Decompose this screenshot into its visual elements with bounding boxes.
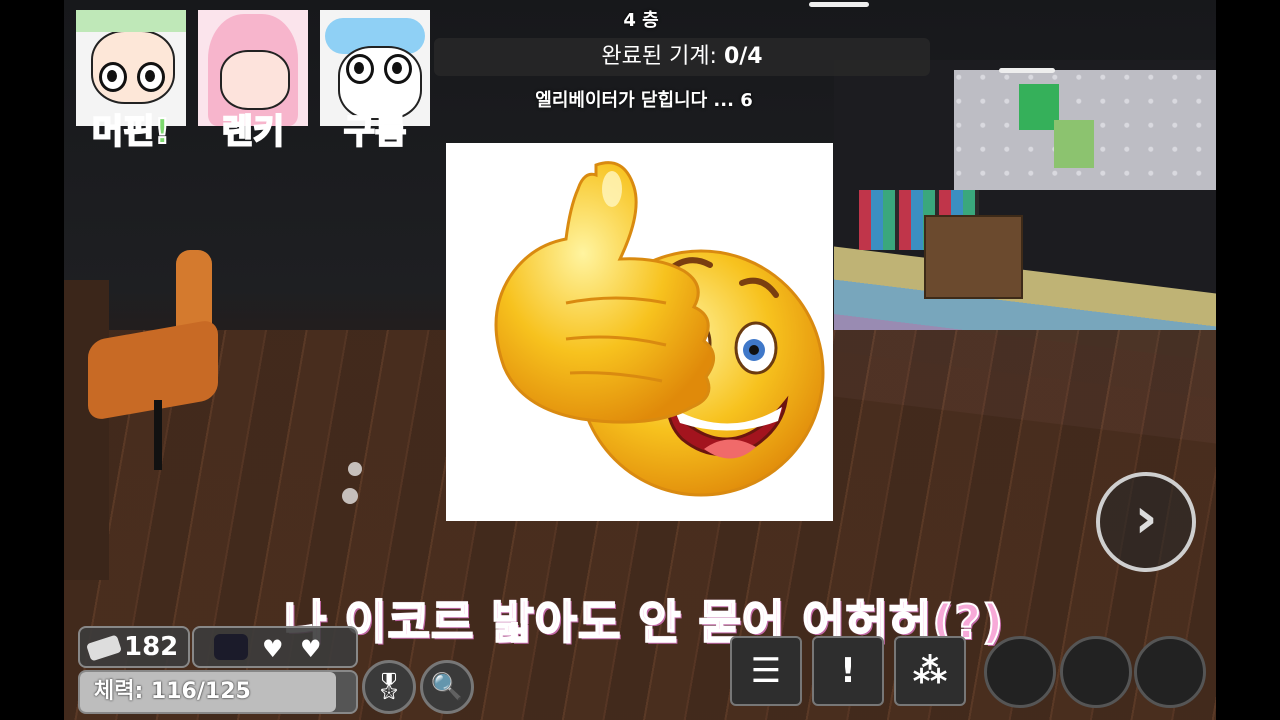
- ticket-icon: [86, 633, 122, 662]
- eye: [346, 54, 374, 84]
- wooden-desk: [64, 280, 109, 580]
- bubble: [342, 488, 358, 504]
- eye: [384, 54, 412, 84]
- eye: [99, 62, 127, 92]
- item-slot-3[interactable]: [1134, 636, 1206, 708]
- exclamation-icon: !: [840, 651, 856, 691]
- floor-number: 4 층: [623, 10, 659, 31]
- bubble: [348, 462, 362, 476]
- chair-leg: [154, 400, 162, 470]
- elevator-notice: 엘리베이터가 닫힙니다 ... 6: [535, 90, 753, 111]
- lives-display: ♥ ♥: [192, 626, 358, 668]
- portrait-name-renki: 렌키: [221, 111, 286, 153]
- search-button[interactable]: 🔍: [420, 660, 474, 714]
- poster: [1019, 84, 1059, 130]
- next-button[interactable]: ›: [1096, 472, 1196, 572]
- emote-button[interactable]: ⁂: [894, 636, 966, 706]
- portrait-name-gureum: 구름: [343, 111, 408, 153]
- face: [220, 50, 290, 110]
- ichor-counter: 182: [78, 626, 190, 668]
- ichor-value: 182: [124, 632, 179, 662]
- item-slot-1[interactable]: [984, 636, 1056, 708]
- machines-progress: 완료된 기계: 0/4: [434, 38, 930, 76]
- achievement-ribbon-button[interactable]: 🎖: [362, 660, 416, 714]
- thumbs-up-emoji-sticker: [446, 143, 833, 521]
- machines-label: 완료된 기계:: [601, 44, 724, 69]
- ceiling-light: [809, 2, 869, 7]
- ceiling-light: [999, 68, 1055, 73]
- health-text: 체력: 116/125: [94, 679, 251, 704]
- portrait-name-muffin: 머핀!: [91, 111, 171, 153]
- ping-button[interactable]: !: [812, 636, 884, 706]
- poster: [1054, 120, 1094, 168]
- machines-value: 0/4: [723, 44, 763, 69]
- face: [91, 30, 175, 104]
- thumbs-up-smiley-icon: [494, 161, 825, 497]
- heart-icon: ♥: [262, 635, 284, 663]
- hair: [76, 10, 186, 32]
- item-slot-2[interactable]: [1060, 636, 1132, 708]
- game-viewport: 4 층 완료된 기계: 0/4 엘리베이터가 닫힙니다 ... 6 머핀! 렌키…: [64, 0, 1216, 720]
- heart-icon: ♥: [300, 635, 322, 663]
- menu-icon: ☰: [750, 651, 782, 691]
- toon-silhouette-icon: [214, 634, 248, 660]
- menu-button[interactable]: ☰: [730, 636, 802, 706]
- magnifier-icon: 🔍: [430, 672, 464, 702]
- wooden-crate: [924, 215, 1023, 299]
- ribbon-icon: 🎖: [372, 672, 406, 702]
- health-bar: 체력: 116/125: [78, 670, 358, 714]
- emote-icon: ⁂: [912, 651, 948, 691]
- eye: [137, 62, 165, 92]
